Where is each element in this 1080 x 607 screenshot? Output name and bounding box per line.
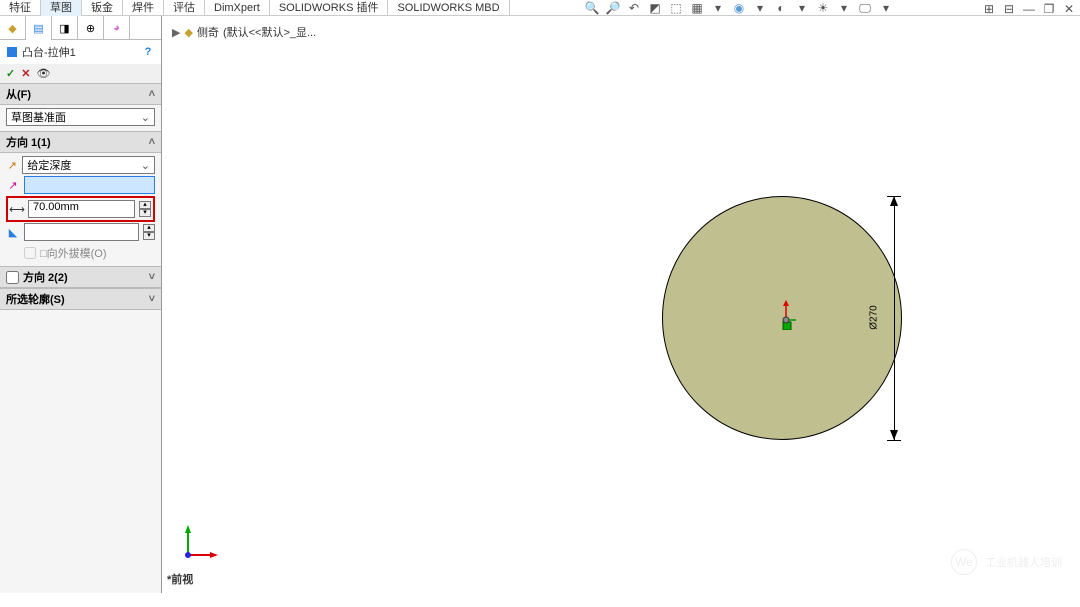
- pm-confirm-row: ✓ ✕ 👁: [0, 64, 161, 83]
- tab-features[interactable]: 特征: [0, 0, 41, 16]
- ribbon-tabs: 特征 草图 钣金 焊件 评估 DimXpert SOLIDWORKS 插件 SO…: [0, 0, 1080, 16]
- tab-dimxpert[interactable]: DimXpert: [205, 0, 270, 16]
- display-style-icon[interactable]: ▦: [689, 1, 705, 15]
- part-name: 侧奇: [197, 24, 219, 40]
- dimension-text[interactable]: Ø270: [869, 305, 880, 329]
- tab-sw-addins[interactable]: SOLIDWORKS 插件: [270, 0, 389, 16]
- feature-manager-tabs: ◆ ▤ ◨ ⊕ ◕: [0, 16, 161, 40]
- zoom-fit-icon[interactable]: 🔍: [584, 1, 600, 15]
- detailed-preview-icon[interactable]: 👁: [36, 67, 50, 80]
- depth-spinner[interactable]: ▴▾: [139, 201, 151, 217]
- dropdown-icon[interactable]: ▾: [752, 1, 768, 15]
- part-icon: ◆: [184, 26, 192, 39]
- section-contours-head[interactable]: 所选轮廓(S) ˅: [0, 288, 161, 310]
- from-start-condition-combo[interactable]: 草图基准面 ⌄: [6, 108, 155, 126]
- dropdown-icon[interactable]: ▾: [878, 1, 894, 15]
- minimize-icon[interactable]: —: [1022, 2, 1036, 16]
- section-contours-label: 所选轮廓(S): [6, 291, 65, 307]
- reverse-direction-icon[interactable]: ↗: [6, 158, 18, 172]
- pm-tab-feature-tree[interactable]: ◆: [0, 16, 26, 40]
- span-window-icon[interactable]: ⊞: [982, 2, 996, 16]
- view-orientation-status: *前视: [167, 571, 193, 587]
- flyout-feature-tree[interactable]: ▶ ◆ 侧奇 (默认<<默认>_显...: [172, 24, 316, 40]
- draft-outward-checkbox: [24, 247, 36, 259]
- tab-sw-mbd[interactable]: SOLIDWORKS MBD: [388, 0, 509, 16]
- restore-window-icon[interactable]: ⊟: [1002, 2, 1016, 16]
- extrude-icon: [6, 46, 18, 58]
- hide-show-icon[interactable]: ◉: [731, 1, 747, 15]
- window-controls: ⊞ ⊟ — ❐ ✕: [982, 2, 1076, 16]
- draft-spinner[interactable]: ▴▾: [143, 224, 155, 240]
- section-dir2-head[interactable]: 方向 2(2) ˅: [0, 266, 161, 288]
- expand-tree-icon[interactable]: ▶: [172, 26, 180, 39]
- cancel-button[interactable]: ✕: [21, 67, 30, 80]
- close-icon[interactable]: ✕: [1062, 2, 1076, 16]
- direction-reference-field[interactable]: [24, 176, 155, 194]
- sketch-origin[interactable]: [776, 300, 796, 333]
- section-dir2-label: 方向 2(2): [23, 269, 68, 285]
- apply-scene-icon[interactable]: ☀: [815, 1, 831, 15]
- dropdown-icon[interactable]: ▾: [836, 1, 852, 15]
- feature-title: 凸台-拉伸1: [22, 44, 76, 60]
- pm-tab-display-manager[interactable]: ◕: [104, 16, 130, 40]
- end-condition-value: 给定深度: [27, 157, 140, 173]
- chevron-down-icon: ⌄: [141, 159, 150, 172]
- dropdown-icon[interactable]: ▾: [794, 1, 810, 15]
- pm-tab-dimxpert-manager[interactable]: ⊕: [78, 16, 104, 40]
- section-from-label: 从(F): [6, 86, 31, 102]
- section-view-icon[interactable]: ◩: [647, 1, 663, 15]
- pm-tab-property-manager[interactable]: ▤: [26, 16, 52, 40]
- edit-appearance-icon[interactable]: ◐: [773, 1, 789, 15]
- direction-vector-icon[interactable]: ↗: [6, 178, 20, 192]
- dimension-witness-bottom: [887, 440, 901, 441]
- view-toolbar: 🔍 🔎 ↶ ◩ ⬚ ▦ ▾ ◉ ▾ ◐ ▾ ☀ ▾ 🖵 ▾: [584, 1, 894, 15]
- chevron-down-icon: ⌄: [141, 111, 150, 124]
- section-from-head[interactable]: 从(F) ˄: [0, 83, 161, 105]
- watermark-icon: We: [951, 549, 977, 575]
- property-manager: ◆ ▤ ◨ ⊕ ◕ 凸台-拉伸1 ? ✓ ✕ 👁 从(F) ˄ 草图基准面 ⌄: [0, 16, 162, 593]
- zoom-area-icon[interactable]: 🔎: [605, 1, 621, 15]
- depth-row-highlight: ⟷ 70.00mm ▴▾: [6, 196, 155, 222]
- section-dir1-head[interactable]: 方向 1(1) ˄: [0, 131, 161, 153]
- tab-sheetmetal[interactable]: 钣金: [82, 0, 123, 16]
- draft-angle-field[interactable]: [24, 223, 139, 241]
- graphics-viewport[interactable]: ▶ ◆ 侧奇 (默认<<默认>_显... Ø270: [162, 16, 1080, 593]
- previous-view-icon[interactable]: ↶: [626, 1, 642, 15]
- expand-icon: ˅: [149, 271, 155, 283]
- dimension-extension-line: [894, 196, 895, 440]
- tab-sketch[interactable]: 草图: [41, 0, 82, 16]
- dropdown-icon[interactable]: ▾: [710, 1, 726, 15]
- view-triad[interactable]: [180, 523, 220, 563]
- view-settings-icon[interactable]: 🖵: [857, 1, 873, 15]
- dimension-arrow-bottom: [888, 428, 900, 440]
- view-orientation-icon[interactable]: ⬚: [668, 1, 684, 15]
- watermark: We 工业机器人培训: [951, 549, 1062, 575]
- draft-outward-label: □向外拔模(O): [40, 245, 107, 261]
- collapse-icon: ˄: [149, 136, 155, 148]
- end-condition-combo[interactable]: 给定深度 ⌄: [22, 156, 155, 174]
- draft-outward-check[interactable]: □向外拔模(O): [6, 243, 155, 263]
- expand-icon: ˅: [149, 293, 155, 305]
- part-config: (默认<<默认>_显...: [223, 24, 316, 40]
- dimension-arrow-top: [888, 196, 900, 208]
- depth-input[interactable]: 70.00mm: [28, 200, 135, 218]
- from-value: 草图基准面: [11, 109, 141, 125]
- section-dir1-label: 方向 1(1): [6, 134, 51, 150]
- dir2-enable-checkbox[interactable]: [6, 271, 19, 284]
- draft-icon[interactable]: ◣: [6, 225, 20, 239]
- maximize-icon[interactable]: ❐: [1042, 2, 1056, 16]
- watermark-text: 工业机器人培训: [985, 554, 1062, 570]
- collapse-icon: ˄: [149, 88, 155, 100]
- depth-icon: ⟷: [10, 202, 24, 216]
- ok-button[interactable]: ✓: [6, 67, 15, 80]
- tab-weldments[interactable]: 焊件: [123, 0, 164, 16]
- pm-tab-config-manager[interactable]: ◨: [52, 16, 78, 40]
- help-icon[interactable]: ?: [141, 45, 155, 59]
- feature-title-bar: 凸台-拉伸1 ?: [0, 40, 161, 64]
- tab-evaluate[interactable]: 评估: [164, 0, 205, 16]
